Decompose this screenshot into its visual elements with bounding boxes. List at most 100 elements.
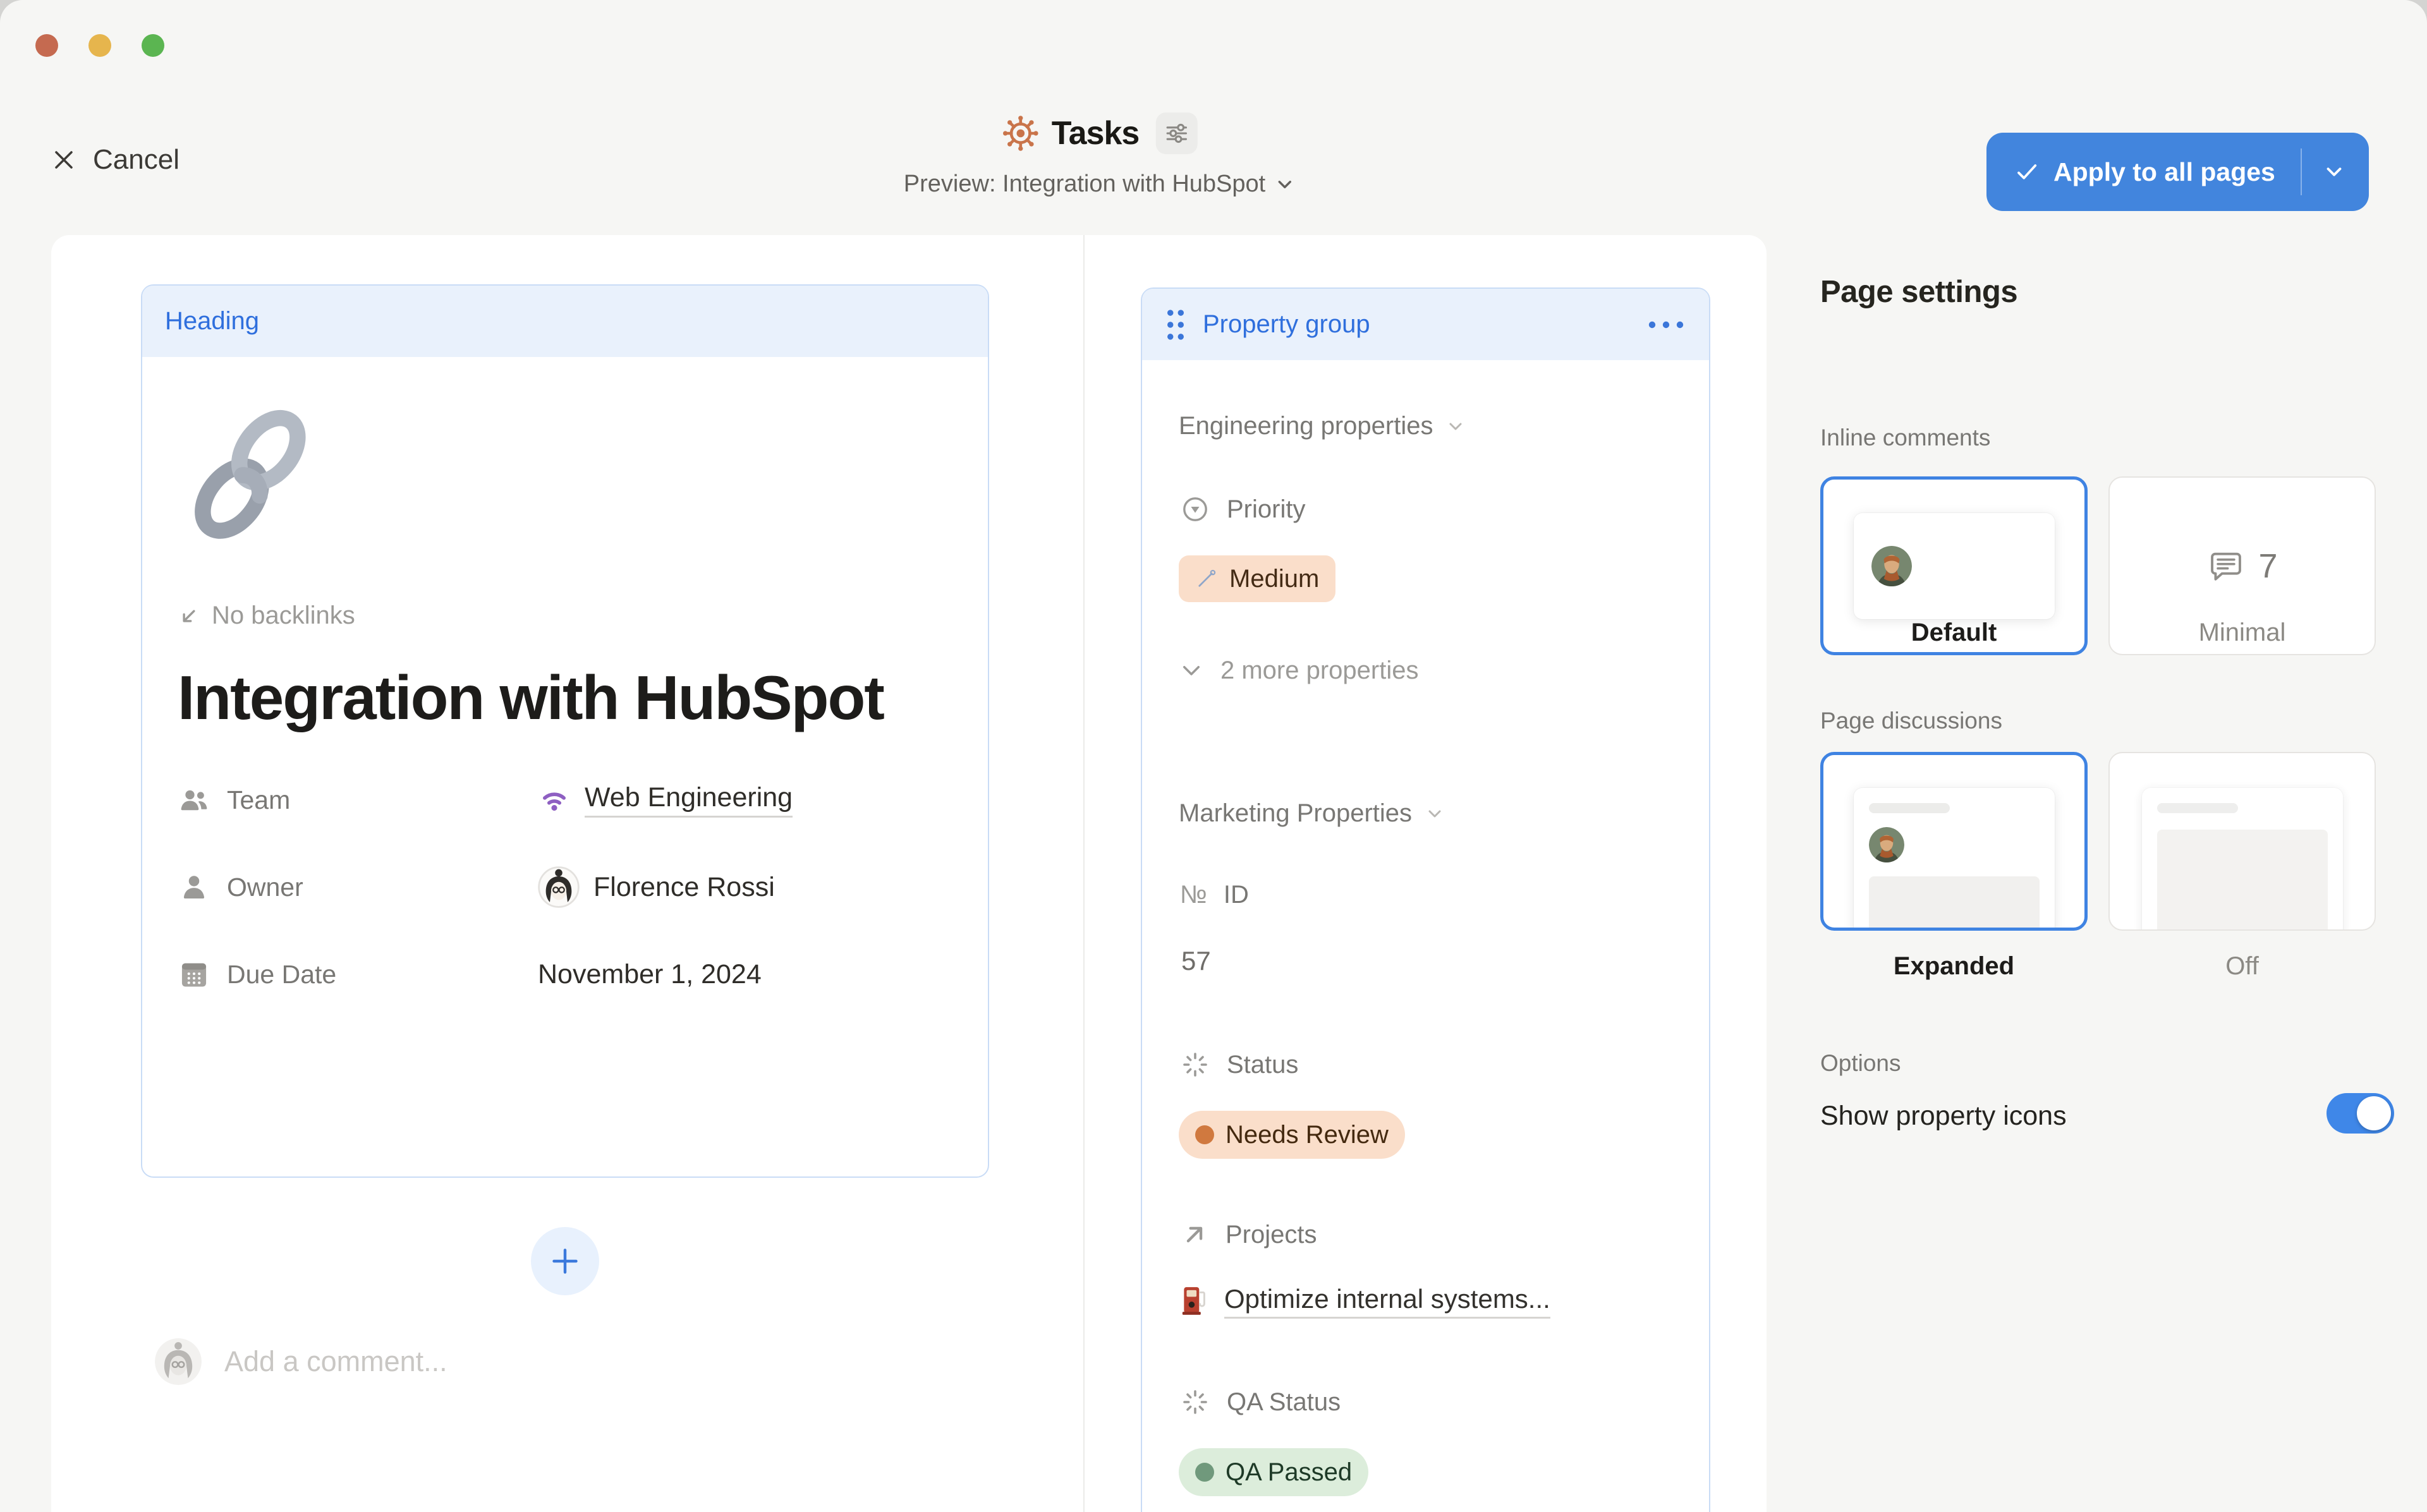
zoom-window-button[interactable]: [142, 34, 164, 57]
property-group-card[interactable]: Property group Engineering properties: [1141, 287, 1710, 1512]
page-discussions-option-expanded[interactable]: [1820, 752, 2088, 931]
status-value-pill[interactable]: Needs Review: [1179, 1111, 1405, 1159]
section-engineering-properties[interactable]: Engineering properties: [1179, 412, 1466, 440]
chevron-down-icon: [1274, 174, 1296, 195]
page-discussions-option-off[interactable]: [2108, 752, 2376, 931]
inline-comments-label: Inline comments: [1820, 425, 1990, 451]
property-row-due-date[interactable]: Due Date November 1, 2024: [178, 943, 952, 1005]
close-window-button[interactable]: [35, 34, 58, 57]
page-settings-panel: Page settings Inline comments: [1820, 274, 2376, 310]
heading-section-body: No backlinks Integration with HubSpot: [142, 357, 988, 1005]
page-settings-title: Page settings: [1820, 274, 2376, 310]
expanded-option-label: Expanded: [1820, 952, 2088, 981]
heading-section-label: Heading: [165, 307, 259, 336]
show-property-icons-toggle[interactable]: [2327, 1093, 2394, 1134]
add-block-button[interactable]: [531, 1227, 599, 1295]
backlinks-indicator[interactable]: No backlinks: [178, 602, 952, 630]
document-header: Tasks Preview: Integration with HubSpot: [904, 112, 1296, 198]
heading-section-header[interactable]: Heading: [142, 286, 988, 357]
plus-icon: [547, 1243, 583, 1279]
heading-section-card[interactable]: Heading No backlinks Integration wit: [141, 284, 989, 1178]
apply-to-all-pages-button[interactable]: Apply to all pages: [1986, 133, 2369, 211]
qa-status-label: QA Status: [1227, 1388, 1341, 1417]
property-row-team[interactable]: Team Web Engineering: [178, 769, 952, 831]
document-title[interactable]: Integration with HubSpot: [178, 644, 952, 751]
more-options-icon[interactable]: [1646, 318, 1686, 331]
id-label: ID: [1224, 881, 1249, 909]
layout-settings-button[interactable]: [1155, 112, 1197, 154]
property-group-label: Property group: [1203, 310, 1370, 339]
owner-label: Owner: [227, 873, 303, 902]
current-user-avatar: [155, 1338, 202, 1385]
projects-value-row[interactable]: Optimize internal systems...: [1179, 1283, 1550, 1319]
minimal-comment-count: 7: [2258, 547, 2277, 586]
check-icon: [2014, 159, 2040, 184]
field-projects[interactable]: Projects: [1180, 1220, 1317, 1249]
comment-input[interactable]: [224, 1345, 793, 1378]
projects-value-link[interactable]: Optimize internal systems...: [1224, 1284, 1550, 1319]
id-value: 57: [1181, 946, 1211, 976]
property-group-header[interactable]: Property group: [1142, 289, 1709, 360]
arrow-up-right-icon: [1180, 1220, 1209, 1249]
cancel-label: Cancel: [93, 144, 179, 176]
default-option-preview: [1854, 513, 2055, 619]
property-rows: Team Web Engineering: [178, 769, 952, 1005]
page-discussions-label: Page discussions: [1820, 708, 2002, 734]
status-spinner-icon: [1180, 1049, 1210, 1080]
fuel-pump-emoji: [1179, 1283, 1210, 1319]
due-date-label: Due Date: [227, 960, 336, 989]
calendar-icon: [178, 958, 210, 991]
section-marketing-properties[interactable]: Marketing Properties: [1179, 799, 1445, 828]
customize-page-window: Cancel Tasks: [0, 0, 2427, 1512]
minimal-option-preview: 7: [2206, 547, 2277, 586]
add-comment-row[interactable]: [155, 1338, 793, 1385]
off-option-preview: [2142, 788, 2343, 931]
owner-value[interactable]: Florence Rossi: [593, 872, 775, 903]
minimize-window-button[interactable]: [88, 34, 111, 57]
chain-links-page-icon[interactable]: [178, 396, 324, 554]
apply-dropdown-chevron-icon[interactable]: [2322, 160, 2346, 184]
cancel-button[interactable]: Cancel: [51, 144, 179, 176]
ship-wheel-icon: [1002, 115, 1039, 152]
preview-page-selector[interactable]: Preview: Integration with HubSpot: [904, 171, 1296, 198]
team-label: Team: [227, 785, 290, 815]
field-priority[interactable]: Priority: [1180, 494, 1305, 524]
window-controls: [35, 34, 164, 57]
chevron-down-icon: [1445, 416, 1466, 437]
status-value: Needs Review: [1226, 1121, 1389, 1149]
field-status[interactable]: Status: [1180, 1049, 1298, 1080]
toggle-knob: [2357, 1096, 2391, 1130]
expanded-option-preview: [1854, 788, 2055, 931]
preview-label: Preview: Integration with HubSpot: [904, 171, 1265, 198]
qa-status-dot: [1195, 1463, 1214, 1482]
off-option-label: Off: [2108, 952, 2376, 981]
drag-handle-icon[interactable]: [1165, 308, 1186, 341]
qa-status-value: QA Passed: [1226, 1458, 1352, 1487]
property-row-owner[interactable]: Owner: [178, 856, 952, 918]
field-id[interactable]: № ID: [1180, 881, 1249, 909]
priority-icon: [1180, 494, 1210, 524]
close-icon: [51, 147, 76, 172]
minimal-option-label: Minimal: [2108, 619, 2376, 647]
button-divider: [2301, 148, 2302, 195]
apply-label: Apply to all pages: [2053, 157, 2275, 187]
preview-avatar: [1871, 546, 1912, 586]
backlinks-label: No backlinks: [212, 602, 355, 630]
wifi-purple-icon: [538, 783, 571, 816]
priority-value-tag[interactable]: Medium: [1179, 555, 1335, 602]
due-date-value[interactable]: November 1, 2024: [538, 959, 762, 990]
chevron-down-icon: [1179, 658, 1204, 684]
numero-sign: №: [1180, 881, 1207, 909]
field-qa-status[interactable]: QA Status: [1180, 1387, 1341, 1417]
page-title: Tasks: [1052, 114, 1140, 152]
needle-emoji: [1195, 567, 1218, 590]
status-label: Status: [1227, 1051, 1298, 1079]
preview-avatar: [1869, 827, 1904, 862]
priority-value: Medium: [1229, 565, 1319, 593]
id-value-row[interactable]: 57: [1181, 946, 1211, 976]
more-properties-toggle[interactable]: 2 more properties: [1179, 656, 1418, 685]
qa-status-value-pill[interactable]: QA Passed: [1179, 1448, 1368, 1496]
more-properties-label: 2 more properties: [1220, 656, 1418, 685]
default-option-label: Default: [1820, 619, 2088, 647]
team-value-link[interactable]: Web Engineering: [585, 782, 793, 818]
